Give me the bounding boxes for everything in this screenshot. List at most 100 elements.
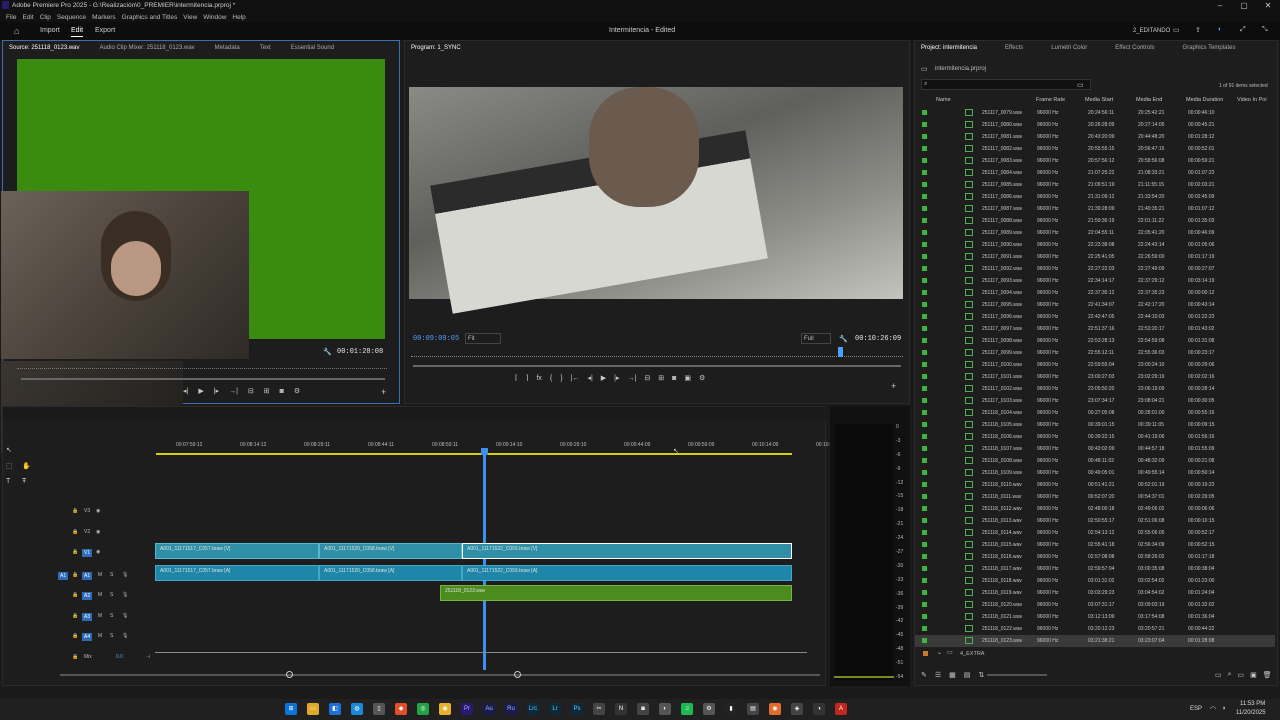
mic-icon[interactable]: 🎙 <box>122 613 128 619</box>
program-scrubber[interactable] <box>413 365 901 367</box>
tab-lumetri[interactable]: Lumetri Color <box>1051 45 1087 51</box>
playhead[interactable] <box>483 448 486 670</box>
bin-row[interactable]: ⌄ ▭ 4_EXTRA <box>915 648 1275 660</box>
solo-button[interactable]: S <box>110 613 113 619</box>
menu-help[interactable]: Help <box>232 14 245 21</box>
mic-icon[interactable]: 🎙 <box>122 592 128 598</box>
edge-icon[interactable]: ◍ <box>351 703 363 715</box>
clip-v1-2[interactable]: A001_11171520_C058.braw [V] <box>319 543 462 559</box>
selection-tool-icon[interactable]: ↖ <box>6 446 12 454</box>
col-frame-rate[interactable]: Frame Rate <box>1036 97 1065 103</box>
tab-export[interactable]: Export <box>95 27 115 34</box>
project-row[interactable]: 251117_0097.wav 96000 Hz 22:51:37:16 22:53:… <box>915 323 1275 335</box>
solo-button[interactable]: S <box>110 572 113 578</box>
wrench-icon[interactable]: 🔧 <box>839 335 848 343</box>
go-out-bracket-icon[interactable]: } <box>560 375 562 382</box>
zoom-slider[interactable] <box>987 674 1047 676</box>
track-label[interactable]: A3 <box>82 613 93 621</box>
project-row[interactable]: 251118_0115.wav 96000 Hz 02:55:41:18 02:56:… <box>915 539 1275 551</box>
solo-button[interactable]: S <box>110 633 113 639</box>
maximize-button[interactable]: ▢ <box>1234 1 1254 10</box>
language-indicator[interactable]: ESP <box>1190 706 1202 712</box>
project-row[interactable]: 251117_0080.wav 96000 Hz 20:26:28:09 20:27:… <box>915 119 1275 131</box>
project-row[interactable]: 251117_0096.wav 96000 Hz 22:42:47:05 22:44:… <box>915 311 1275 323</box>
workspace-label[interactable]: 2_EDITANDO <box>1133 28 1170 34</box>
tab-effect-controls[interactable]: Effect Controls <box>1115 45 1154 51</box>
project-row[interactable]: 251117_0083.wav 96000 Hz 20:57:56:12 20:58:… <box>915 155 1275 167</box>
track-label[interactable]: A4 <box>82 633 93 641</box>
premiere-icon[interactable]: Pr <box>461 703 473 715</box>
project-row[interactable]: 251118_0113.wav 96000 Hz 02:50:55:17 02:51:… <box>915 515 1275 527</box>
fx-icon[interactable]: fx <box>536 375 541 382</box>
freeform-view-icon[interactable]: ▤ <box>964 671 971 679</box>
project-row[interactable]: 251117_0089.wav 96000 Hz 22:04:55:11 22:05:… <box>915 227 1275 239</box>
step-forward-icon[interactable]: |▸ <box>214 387 219 395</box>
clip-a1-1[interactable]: A001_11171517_C057.braw [A] <box>155 565 319 581</box>
source-patch-a1[interactable]: A1 <box>58 572 69 580</box>
tab-program[interactable]: Program: 1_SYNC <box>411 45 461 51</box>
tab-essential-sound[interactable]: Essential Sound <box>291 45 334 51</box>
menu-view[interactable]: View <box>183 14 197 21</box>
lift-icon[interactable]: ⊟ <box>644 374 650 382</box>
clip-v1-1[interactable]: A001_11171517_C057.braw [V] <box>155 543 319 559</box>
project-row[interactable]: 251117_0086.wav 96000 Hz 21:31:09:12 21:33:… <box>915 191 1275 203</box>
project-search-input[interactable]: ⌕ <box>921 79 1091 90</box>
col-video-in-point[interactable]: Video In Poi <box>1237 97 1267 103</box>
insert-icon[interactable]: ⊟ <box>248 387 254 395</box>
new-bin-icon[interactable]: ▭ <box>1077 81 1084 89</box>
scroll-handle-left[interactable] <box>286 671 293 678</box>
clock-date[interactable]: 11/20/2025 <box>1236 710 1266 716</box>
program-playhead[interactable] <box>837 347 843 357</box>
project-row[interactable]: 251118_0108.wav 96000 Hz 00:48:11:02 00:48:… <box>915 455 1275 467</box>
project-row[interactable]: 251118_0114.wav 96000 Hz 02:54:13:12 02:55:… <box>915 527 1275 539</box>
app-icon[interactable]: ◐ <box>659 703 671 715</box>
program-current-time[interactable]: 00:09:09:05 <box>413 335 459 343</box>
clip-a1-3[interactable]: A001_11171522_C059.braw [A] <box>462 565 792 581</box>
project-row[interactable]: 251118_0112.wav 96000 Hz 02:48:00:18 02:49:… <box>915 503 1275 515</box>
home-icon[interactable]: ⌂ <box>14 26 19 36</box>
mic-icon[interactable]: 🎙 <box>122 633 128 639</box>
terminal-icon[interactable]: ▮ <box>725 703 737 715</box>
app-icon[interactable]: ◑ <box>813 703 825 715</box>
source-ruler[interactable] <box>17 363 387 369</box>
tab-edit[interactable]: Edit <box>71 27 84 37</box>
project-row[interactable]: 251117_0101.wav 96000 Hz 23:00:27:03 23:02:… <box>915 371 1275 383</box>
app-icon[interactable]: ▤ <box>747 703 759 715</box>
project-row[interactable]: 251118_0107.wav 96000 Hz 00:43:02:09 00:44:… <box>915 443 1275 455</box>
project-row[interactable]: 251117_0079.wav 96000 Hz 20:24:56:11 20:25:… <box>915 107 1275 119</box>
whatsapp-icon[interactable]: ◎ <box>417 703 429 715</box>
icon-view-icon[interactable]: ▦ <box>949 671 956 679</box>
sort-icon[interactable]: ⇅ <box>978 671 984 679</box>
project-row[interactable]: 251117_0095.wav 96000 Hz 22:41:34:07 22:42:… <box>915 299 1275 311</box>
trash-icon[interactable]: 🗑 <box>1263 671 1272 679</box>
col-name[interactable]: Name <box>936 97 951 103</box>
panel-icon[interactable]: ▭ <box>1173 26 1180 34</box>
mix-value[interactable]: 0.0 <box>116 654 123 660</box>
fit-dropdown[interactable]: Fit <box>465 333 501 344</box>
source-scrubber[interactable] <box>21 378 385 380</box>
lock-icon[interactable]: 🔒 <box>72 572 78 578</box>
list-view-icon[interactable]: ☰ <box>935 671 941 679</box>
clock-time[interactable]: 11:53 PM <box>1240 701 1265 707</box>
project-row[interactable]: 251117_0092.wav 96000 Hz 22:27:22:03 22:27:… <box>915 263 1275 275</box>
app-icon[interactable]: ✂ <box>593 703 605 715</box>
expand-icon[interactable]: ⤡ <box>1262 26 1268 34</box>
project-row[interactable]: 251118_0119.wav 96000 Hz 03:03:29:23 03:04:… <box>915 587 1275 599</box>
project-row[interactable]: 251117_0087.wav 96000 Hz 21:39:28:09 21:40:… <box>915 203 1275 215</box>
audition-icon[interactable]: Au <box>483 703 495 715</box>
tab-audio-clip-mixer[interactable]: Audio Clip Mixer: 251118_0123.wav <box>100 45 195 51</box>
menu-window[interactable]: Window <box>203 14 226 21</box>
lock-icon[interactable]: 🔒 <box>72 592 78 598</box>
go-in-point-icon[interactable]: |← <box>571 375 580 382</box>
volume-icon[interactable]: ◗ <box>1222 705 1226 712</box>
close-button[interactable]: ✕ <box>1258 1 1278 10</box>
pencil-icon[interactable]: ✎ <box>921 671 927 679</box>
project-row[interactable]: 251118_0123.wav 96000 Hz 03:21:38:21 03:23:… <box>915 635 1275 647</box>
type-tool-icon[interactable]: T <box>6 478 10 485</box>
project-row[interactable]: 251118_0116.wav 96000 Hz 02:57:08:08 02:58:… <box>915 551 1275 563</box>
project-row[interactable]: 251117_0098.wav 96000 Hz 22:53:28:13 22:54:… <box>915 335 1275 347</box>
fullscreen-icon[interactable]: ⤢ <box>1240 26 1246 34</box>
firefox-icon[interactable]: ◉ <box>769 703 781 715</box>
app-icon[interactable]: ▯ <box>373 703 385 715</box>
lock-icon[interactable]: 🔒 <box>72 613 78 619</box>
